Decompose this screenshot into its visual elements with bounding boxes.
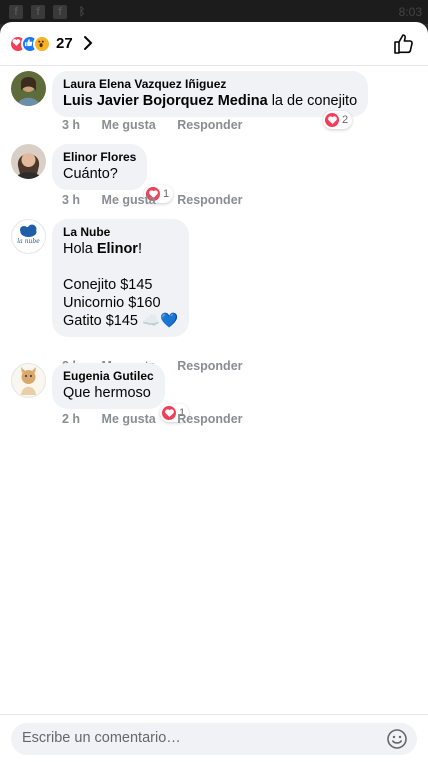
- reaction-count: 2: [342, 114, 349, 126]
- facebook-notification-icon: f: [53, 5, 67, 19]
- comment-text: Que hermoso: [63, 385, 151, 401]
- avatar[interactable]: [11, 71, 46, 106]
- chevron-right-icon[interactable]: [80, 33, 96, 53]
- price-line: Gatito $145 ☁️💙: [63, 313, 179, 329]
- price-line: Unicornio $160: [63, 295, 161, 311]
- like-outline-icon[interactable]: [392, 32, 416, 56]
- comment-text: Luis Javier Bojorquez Medina la de conej…: [63, 92, 357, 110]
- comment-actions: 3 h Me gusta Responder: [62, 118, 261, 132]
- comment-author[interactable]: Laura Elena Vazquez Iñiguez: [63, 77, 357, 92]
- mention-link[interactable]: Elinor: [97, 241, 138, 257]
- greeting-end: !: [137, 241, 142, 257]
- comment-author[interactable]: Eugenia Gutilec: [63, 369, 154, 384]
- comment-time: 2 h: [62, 412, 81, 426]
- comment-bubble[interactable]: Laura Elena Vazquez Iñiguez Luis Javier …: [52, 71, 369, 117]
- avatar[interactable]: la nube: [11, 219, 46, 254]
- reply-button[interactable]: Responder: [177, 118, 242, 132]
- comment-author[interactable]: Elinor Flores: [63, 150, 136, 165]
- reply-button[interactable]: Responder: [177, 193, 242, 207]
- reaction-summary[interactable]: [9, 35, 59, 53]
- mention-link[interactable]: Luis Javier Bojorquez Medina: [63, 93, 268, 109]
- price-line: Conejito $145: [63, 277, 153, 293]
- comment-input-placeholder: Escribe un comentario…: [22, 730, 181, 746]
- comment-actions: 3 h Me gusta Responder: [62, 193, 261, 207]
- status-bar: f f f ᛒ 8:03: [0, 0, 428, 24]
- comment-time: 3 h: [62, 193, 81, 207]
- comment-text: Hola Elinor!: [63, 240, 178, 258]
- comment-bubble[interactable]: Elinor Flores Cuánto?: [52, 144, 148, 190]
- facebook-notification-icon: f: [31, 5, 45, 19]
- svg-text:la nube: la nube: [17, 238, 40, 245]
- greeting-text: Hola: [63, 241, 97, 257]
- comment-actions: 2 h Me gusta Responder: [62, 412, 261, 426]
- comment-author[interactable]: La Nube: [63, 225, 178, 240]
- comment-bubble[interactable]: La Nube Hola Elinor! Conejito $145 Unico…: [52, 219, 190, 337]
- comment-body: la de conejito: [267, 93, 358, 109]
- wow-icon: [33, 35, 51, 53]
- facebook-notification-icon: f: [9, 5, 23, 19]
- reply-button[interactable]: Responder: [177, 412, 242, 426]
- comment-bubble[interactable]: Eugenia Gutilec Que hermoso: [52, 363, 165, 409]
- status-time: 8:03: [398, 5, 422, 19]
- reply-button[interactable]: Responder: [177, 359, 242, 373]
- bluetooth-icon: ᛒ: [78, 6, 86, 18]
- like-button[interactable]: Me gusta: [102, 193, 156, 207]
- avatar[interactable]: [11, 144, 46, 179]
- emoji-icon[interactable]: [386, 728, 408, 750]
- avatar[interactable]: [11, 363, 46, 398]
- comment-text: Cuánto?: [63, 166, 118, 182]
- comments-header: 27: [0, 22, 428, 66]
- like-button[interactable]: Me gusta: [102, 412, 156, 426]
- love-icon: [325, 113, 339, 127]
- comment-composer: Escribe un comentario…: [0, 714, 428, 762]
- comments-sheet: 27 Laura Elena Vazquez Iñiguez Luis Javi…: [0, 22, 428, 762]
- like-button[interactable]: Me gusta: [102, 118, 156, 132]
- reaction-count[interactable]: 27: [56, 35, 73, 52]
- comment-time: 3 h: [62, 118, 81, 132]
- comment-input[interactable]: Escribe un comentario…: [11, 723, 417, 755]
- reaction-badge[interactable]: 2: [323, 111, 353, 129]
